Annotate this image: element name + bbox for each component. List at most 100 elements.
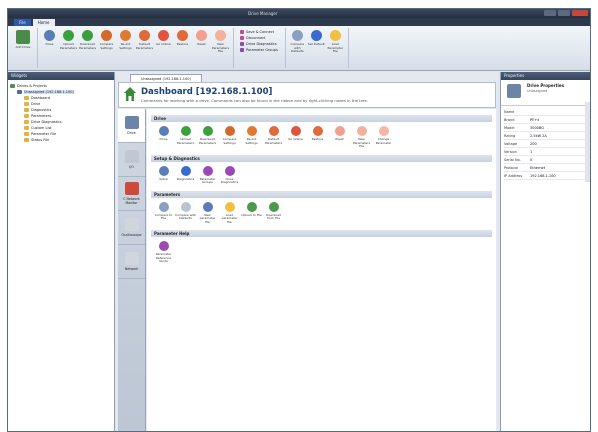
ribbon-button-label: Go Online xyxy=(156,42,171,46)
properties-scrollbar[interactable] xyxy=(585,102,590,182)
new-parameters-file-button[interactable]: New Parameters File xyxy=(211,28,230,68)
compare-with-defaults-icon xyxy=(180,201,191,212)
download-from-file-icon xyxy=(268,201,279,212)
compare-settings-action[interactable]: Compare Settings xyxy=(219,126,240,149)
property-key: Model xyxy=(504,125,515,130)
folder-icon xyxy=(24,108,29,112)
add-drive-button[interactable]: Add Drive xyxy=(12,28,34,68)
property-value[interactable]: PE+x xyxy=(530,118,539,122)
parameter-groups-command[interactable]: Parameter Groups xyxy=(240,48,278,52)
re-init-settings-button[interactable]: Re-init Settings xyxy=(116,28,135,68)
tab-file[interactable]: File xyxy=(14,19,31,26)
reset-action[interactable]: Reset xyxy=(329,126,350,149)
property-value[interactable]: Ethernet xyxy=(530,166,545,170)
ribbon-button-label: New Parameters File xyxy=(211,42,230,53)
property-value[interactable]: 2.5kW 2A xyxy=(530,134,547,138)
property-value[interactable]: 1 xyxy=(530,150,532,154)
command-label: Save & Connect xyxy=(246,30,275,34)
action-label: Load parameter file xyxy=(221,212,238,224)
document-tab[interactable]: Unassigned (192.168.1.100) xyxy=(130,74,202,82)
close-button[interactable] xyxy=(572,10,588,16)
default-parameters-button[interactable]: Default Parameters xyxy=(135,28,154,68)
compare-with-defaults-action[interactable]: Compare with Defaults xyxy=(175,201,196,225)
network-icon xyxy=(124,252,139,265)
action-row: Parameter Reference Guide xyxy=(151,237,492,267)
action-label: Download from File xyxy=(266,212,281,220)
load-file-icon xyxy=(329,30,341,41)
command-label: Parameter Groups xyxy=(246,48,278,52)
default-parameters-action[interactable]: Default Parameters xyxy=(263,126,284,149)
oscilloscope-icon xyxy=(124,218,139,231)
property-value[interactable]: 192.168.1.100 xyxy=(530,174,556,178)
parameter-reference-guide-action[interactable]: Parameter Reference Guide xyxy=(153,241,174,264)
download-parameters-action[interactable]: Download Parameters xyxy=(197,126,218,149)
drive-button[interactable]: Drive xyxy=(40,28,59,68)
drive-diagnostics-command[interactable]: Drive Diagnostics xyxy=(240,42,278,46)
re-init-settings-action[interactable]: Re-init Settings xyxy=(241,126,262,149)
nav-c-network-monitor[interactable]: C Network Monitor xyxy=(118,177,145,211)
ribbon-group: Save & Connect Disconnect Drive Diagnostic… xyxy=(236,28,286,68)
new-parameters-file-icon xyxy=(356,126,367,136)
nav-network[interactable]: Network xyxy=(118,245,145,279)
download-parameters-button[interactable]: Download Parameters xyxy=(78,28,97,68)
right-panel: Properties Drive Properties Unassigned N… xyxy=(500,72,590,431)
download-from-file-action[interactable]: Download from File xyxy=(263,201,284,225)
nav-drive[interactable]: Drive xyxy=(118,109,145,143)
nav-label: C Network Monitor xyxy=(123,197,140,205)
load-parameter-file-button[interactable]: Load Parameter File xyxy=(326,28,345,68)
section-header: Setup & Diagnostics xyxy=(151,154,492,162)
load-parameter-file-action[interactable]: Load parameter file xyxy=(219,201,240,225)
ribbon-command-list: Save & Connect Disconnect Drive Diagnostic… xyxy=(236,28,282,68)
nav-i-o[interactable]: I/O xyxy=(118,143,145,177)
new-parameter-file-action[interactable]: New parameter file xyxy=(197,201,218,225)
disconnect-command[interactable]: Disconnect xyxy=(240,36,278,40)
document-tabs: Unassigned (192.168.1.100) xyxy=(116,72,498,82)
restore-button[interactable]: Restore xyxy=(173,28,192,68)
folder-icon xyxy=(17,90,22,94)
diagnostics-icon xyxy=(180,165,191,176)
compare-settings-button[interactable]: Compare Settings xyxy=(97,28,116,68)
property-key: IP Address xyxy=(504,173,523,178)
property-value[interactable]: 0 xyxy=(530,158,532,162)
tab-home[interactable]: Home xyxy=(32,19,55,26)
parameter-groups-icon xyxy=(202,165,213,176)
compare-with-defaults-button[interactable]: Compare with Defaults xyxy=(288,28,307,68)
restore-icon xyxy=(312,126,323,136)
i-o-icon xyxy=(124,150,139,163)
restore-action[interactable]: Restore xyxy=(307,126,328,149)
compare-to-file-action[interactable]: Compare to File xyxy=(153,201,174,225)
action-label: Compare to File xyxy=(154,212,173,220)
action-label: Restore xyxy=(311,137,324,141)
new-parameters-file-action[interactable]: New Parameters File xyxy=(351,126,372,149)
property-row: Model 3000BG xyxy=(504,124,587,132)
upload-parameters-button[interactable]: Upload Parameters xyxy=(59,28,78,68)
folder-icon xyxy=(24,114,29,118)
parameter-groups-action[interactable]: Parameter Groups xyxy=(197,165,218,185)
change-parameter-action[interactable]: Change Parameter xyxy=(373,126,394,149)
right-panel-title: Properties xyxy=(501,72,590,80)
go-online-button[interactable]: Go Online xyxy=(154,28,173,68)
minimize-button[interactable] xyxy=(544,10,556,16)
diagnostics-action[interactable]: Diagnostics xyxy=(175,165,196,185)
reinit-icon xyxy=(120,30,131,41)
nav-oscilloscope[interactable]: Oscilloscope xyxy=(118,211,145,245)
tree-node-label: Custom List xyxy=(31,126,52,130)
property-value[interactable]: 3000BG xyxy=(530,126,544,130)
setup-action[interactable]: Setup xyxy=(153,165,174,185)
go-online-action[interactable]: Go Online xyxy=(285,126,306,149)
drive-action[interactable]: Drive xyxy=(153,126,174,149)
save-connect-command[interactable]: Save & Connect xyxy=(240,30,278,34)
tree-node-label: Drives & Projects xyxy=(17,84,47,88)
maximize-button[interactable] xyxy=(558,10,570,16)
drive-icon xyxy=(507,84,521,98)
ribbon-group: Compare with Defaults Set Default Load Par… xyxy=(288,28,349,68)
upload-parameters-action[interactable]: Upload Parameters xyxy=(175,126,196,149)
upload-to-file-action[interactable]: Upload to File xyxy=(241,201,262,225)
drive-diagnostics-action[interactable]: Drive Diagnostics xyxy=(219,165,240,185)
action-row: Compare to File Compare with Defaults New … xyxy=(151,198,492,228)
property-value[interactable]: 200 xyxy=(530,142,537,146)
property-row: Version 1 xyxy=(504,148,587,156)
tree-node[interactable]: Status File xyxy=(10,137,112,143)
reset-button[interactable]: Reset xyxy=(192,28,211,68)
set-default-button[interactable]: Set Default xyxy=(307,28,326,68)
